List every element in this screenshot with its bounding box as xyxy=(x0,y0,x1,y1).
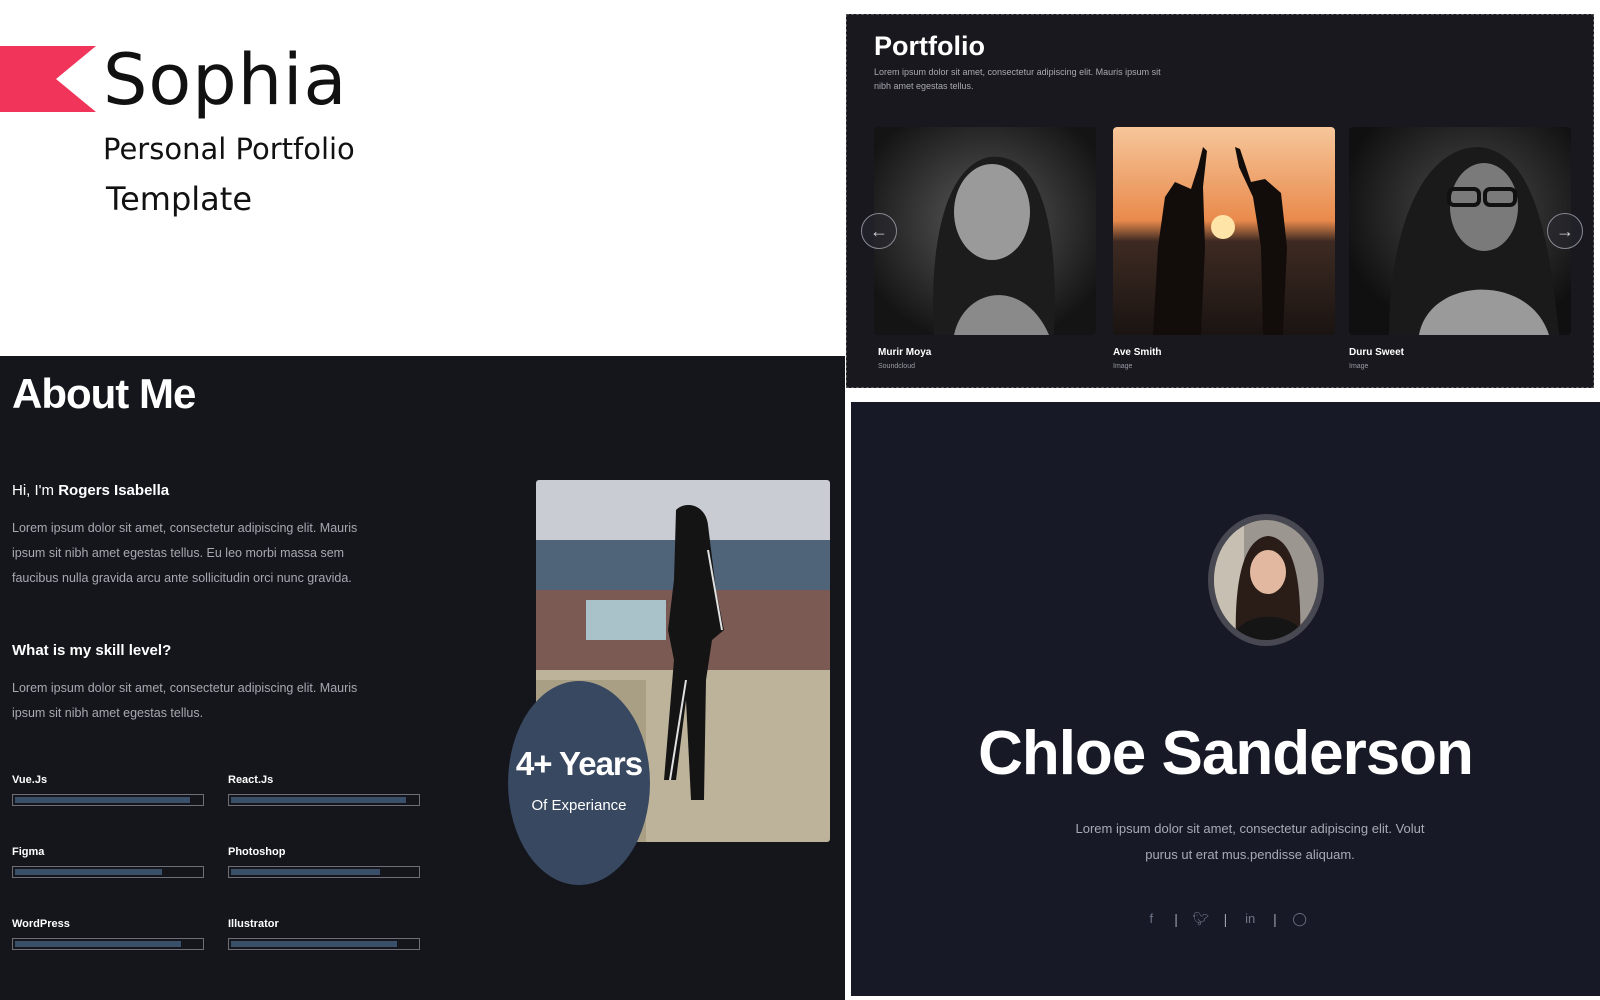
dribbble-icon[interactable]: ◯ xyxy=(1291,910,1309,928)
portfolio-item-type: Soundcloud xyxy=(878,363,915,370)
person-name: Rogers Isabella xyxy=(58,482,170,499)
skill-fill xyxy=(15,941,181,947)
skill-fill xyxy=(231,797,406,803)
skill-label: Illustrator xyxy=(228,918,279,930)
brand-name: Sophia xyxy=(103,39,348,121)
hero-name: Chloe Sanderson xyxy=(978,719,1474,788)
skill-label: React.Js xyxy=(228,774,274,786)
carousel-next-button[interactable]: → xyxy=(1547,213,1583,249)
portfolio-item-name[interactable]: Murir Moya xyxy=(878,347,931,358)
skill-bar xyxy=(12,794,204,806)
portfolio-item-type: Image xyxy=(1113,363,1133,370)
portfolio-card-2[interactable] xyxy=(1113,127,1335,335)
skill-label: Photoshop xyxy=(228,846,286,858)
facebook-icon[interactable]: f xyxy=(1142,910,1160,928)
skill-label: Figma xyxy=(12,846,45,858)
linkedin-icon[interactable]: in xyxy=(1241,910,1259,928)
avatar xyxy=(1208,514,1324,646)
experience-years: 4+ Years xyxy=(515,745,643,782)
skill-bar xyxy=(228,866,420,878)
skill-bar xyxy=(228,794,420,806)
skill-fill xyxy=(231,869,380,875)
hero-description: Lorem ipsum dolor sit amet, consectetur … xyxy=(1075,821,1425,862)
portfolio-image-3 xyxy=(1349,127,1571,335)
hero-section: Chloe Sanderson Lorem ipsum dolor sit am… xyxy=(851,402,1600,996)
portfolio-item-name[interactable]: Duru Sweet xyxy=(1349,347,1404,358)
twitter-icon[interactable]: 🐦︎ xyxy=(1192,910,1210,928)
about-paragraph-1: Lorem ipsum dolor sit amet, consectetur … xyxy=(12,521,358,585)
brand-ribbon-logo xyxy=(0,46,96,112)
carousel-prev-button[interactable]: ← xyxy=(861,213,897,249)
skill-label: WordPress xyxy=(12,918,70,930)
avatar-image xyxy=(1214,520,1318,640)
portfolio-item-type: Image xyxy=(1349,363,1369,370)
social-divider: | xyxy=(1223,911,1228,928)
skill-label: Vue.Js xyxy=(12,774,48,786)
brand-header: Sophia Personal Portfolio Template xyxy=(0,0,840,356)
social-links: f | 🐦︎ | in | ◯ xyxy=(851,910,1600,928)
portfolio-description: Lorem ipsum dolor sit amet, consectetur … xyxy=(874,67,1161,91)
portfolio-item-name[interactable]: Ave Smith xyxy=(1113,347,1162,358)
brand-subtitle-line2: Template xyxy=(106,180,253,218)
skill-bar xyxy=(12,866,204,878)
experience-badge: 4+ Years Of Experiance xyxy=(508,681,650,885)
portfolio-image-1 xyxy=(874,127,1096,335)
skill-heading: What is my skill level? xyxy=(12,642,172,659)
about-title: About Me xyxy=(12,370,196,417)
skill-fill xyxy=(15,797,190,803)
about-greeting: Hi, I'm Rogers Isabella xyxy=(12,482,169,499)
greeting-text: Hi, I'm xyxy=(12,482,55,499)
social-divider: | xyxy=(1174,911,1178,928)
arrow-left-icon: ← xyxy=(870,221,888,241)
portfolio-section: Portfolio Lorem ipsum dolor sit amet, co… xyxy=(846,14,1594,388)
portfolio-card-3[interactable] xyxy=(1349,127,1571,335)
social-divider: | xyxy=(1273,911,1277,928)
arrow-right-icon: → xyxy=(1556,221,1574,241)
skill-fill xyxy=(15,869,162,875)
skill-bar xyxy=(12,938,204,950)
about-paragraph-2: Lorem ipsum dolor sit amet, consectetur … xyxy=(12,681,358,720)
portfolio-title: Portfolio xyxy=(874,31,985,61)
portfolio-card-1[interactable] xyxy=(874,127,1096,335)
portfolio-image-2 xyxy=(1113,127,1335,335)
about-section: About Me Hi, I'm Rogers Isabella Lorem i… xyxy=(0,356,845,1000)
experience-label: Of Experiance xyxy=(531,797,627,814)
brand-subtitle-line1: Personal Portfolio xyxy=(103,132,355,166)
skill-fill xyxy=(231,941,397,947)
skill-bar xyxy=(228,938,420,950)
